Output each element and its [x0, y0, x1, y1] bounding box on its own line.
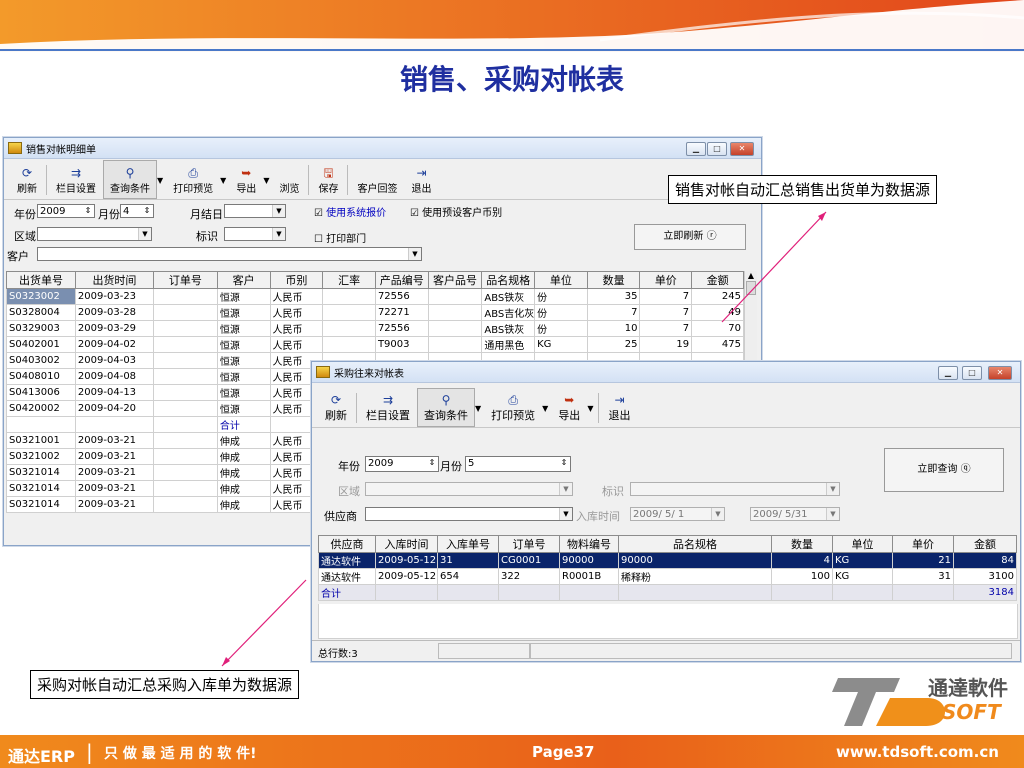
logo-en-text: SOFT: [942, 700, 1001, 724]
sales-callout-arrow: [721, 211, 827, 323]
footer-url[interactable]: www.tdsoft.com.cn: [836, 743, 999, 761]
footer-brand: 通达ERP: [8, 747, 75, 766]
callout-arrows: [221, 211, 827, 667]
sales-callout: 销售对帐自动汇总销售出货单为数据源: [668, 175, 938, 204]
tdsoft-logo: 通達軟件 SOFT: [830, 670, 1020, 730]
purchase-callout: 采购对帐自动汇总采购入库单为数据源: [30, 670, 300, 699]
footer-bar: 通达ERP | 只 做 最 适 用 的 软 件! Page37 www.tdso…: [0, 735, 1024, 768]
footer-page-number: Page37: [532, 743, 595, 761]
purchase-callout-arrow: [221, 579, 307, 667]
logo-cn-text: 通達軟件: [928, 676, 1008, 700]
footer-divider: |: [86, 740, 93, 764]
footer-slogan: 只 做 最 适 用 的 软 件!: [104, 746, 257, 762]
